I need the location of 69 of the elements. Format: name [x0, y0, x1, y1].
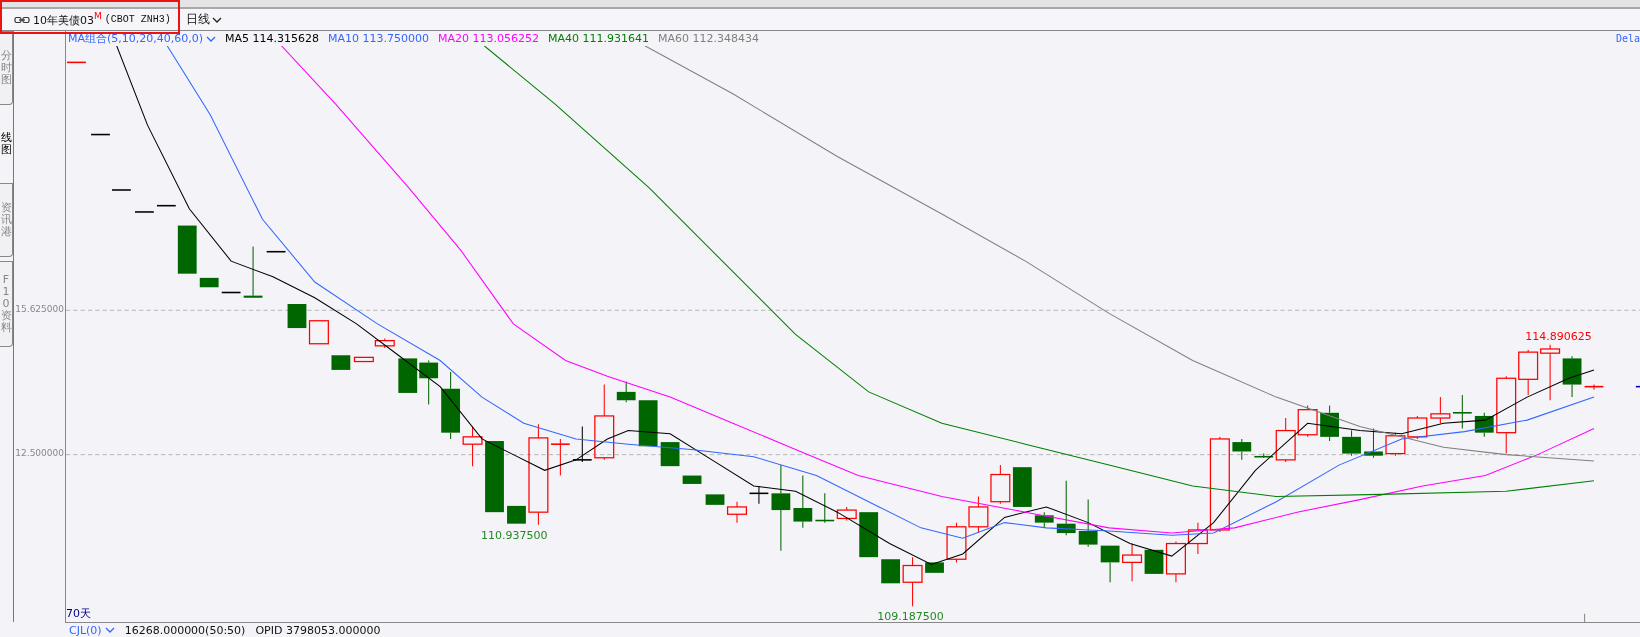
candlestick	[1056, 480, 1076, 536]
candlestick	[990, 464, 1011, 505]
candlestick	[1474, 412, 1494, 438]
side-tab[interactable]: 资讯港	[0, 183, 13, 257]
moving-average-value: MA20 113.056252	[438, 32, 540, 45]
candlestick	[374, 338, 395, 349]
moving-average-value: MA60 112.348434	[658, 32, 760, 45]
candlestick	[682, 475, 702, 484]
candlestick	[308, 320, 329, 345]
candlestick	[1364, 427, 1383, 459]
candlestick	[1078, 499, 1098, 548]
candlestick	[1034, 511, 1054, 529]
price-label: 110.937500	[481, 528, 548, 542]
candlestick	[177, 225, 197, 274]
candlestick	[199, 277, 219, 288]
volume-indicator-dropdown[interactable]: CJL(0)	[69, 623, 115, 637]
candlestick	[968, 495, 989, 534]
candlestick	[353, 356, 374, 363]
price-label: 114.890625	[1525, 329, 1592, 343]
candlestick	[507, 505, 526, 524]
price-label: 109.187500	[877, 609, 944, 623]
indicator-dropdown[interactable]: MA组合(5,10,20,40,60,0)	[68, 31, 217, 46]
candlestick	[111, 189, 132, 191]
chevron-down-icon	[211, 16, 222, 23]
side-tab[interactable]: 分时图	[0, 31, 13, 105]
candlestick	[485, 441, 504, 513]
side-tab[interactable]: F10资料	[0, 261, 13, 347]
chevron-down-icon	[206, 35, 217, 42]
candlestick	[134, 211, 155, 213]
volume-value: 16268.000000(50:50)	[124, 623, 246, 637]
candlestick	[1100, 545, 1120, 583]
candlestick	[1540, 344, 1561, 401]
candlestick	[287, 304, 307, 329]
candlestick	[1452, 394, 1473, 429]
candlestick	[1342, 430, 1361, 457]
candlestick	[398, 358, 418, 393]
candlestick	[441, 371, 460, 440]
candlestick	[1385, 432, 1406, 457]
instrument-title: 10年美债03$^{M}$	[33, 11, 102, 28]
range-label: 70天	[66, 606, 91, 621]
link-icon[interactable]	[14, 15, 30, 24]
candlestick	[331, 355, 351, 370]
candlestick	[156, 204, 177, 207]
candlestick	[66, 61, 87, 64]
candlestick	[925, 562, 944, 573]
candlestick	[462, 425, 483, 467]
candlestick	[946, 522, 967, 563]
candlestick	[265, 250, 287, 253]
candlestick	[1407, 415, 1428, 440]
candlestick	[90, 133, 111, 136]
contract-code: (CBOT ZNH3)	[104, 14, 171, 25]
candlestick	[419, 359, 439, 405]
price-marker	[1635, 385, 1640, 388]
chevron-down-icon	[104, 627, 115, 633]
axis-label: 12.500000	[15, 448, 64, 458]
moving-average-value: MA40 111.931641	[548, 32, 650, 45]
candlestick	[1320, 404, 1339, 442]
candlestick	[1012, 467, 1032, 507]
moving-average-value: MA5 114.315628	[225, 32, 320, 45]
period-dropdown[interactable]: 日线	[185, 11, 222, 28]
candlestick	[638, 400, 658, 447]
axis-label: 15.625000	[15, 304, 64, 314]
candlestick	[859, 512, 879, 558]
delay-label: Dela	[1615, 33, 1640, 44]
candlestick	[1430, 396, 1451, 424]
moving-average-value: MA10 113.750000	[328, 32, 430, 45]
candlestick	[1297, 404, 1318, 438]
open-interest-value: OPID 3798053.000000	[255, 623, 381, 637]
candlestick	[660, 442, 680, 467]
